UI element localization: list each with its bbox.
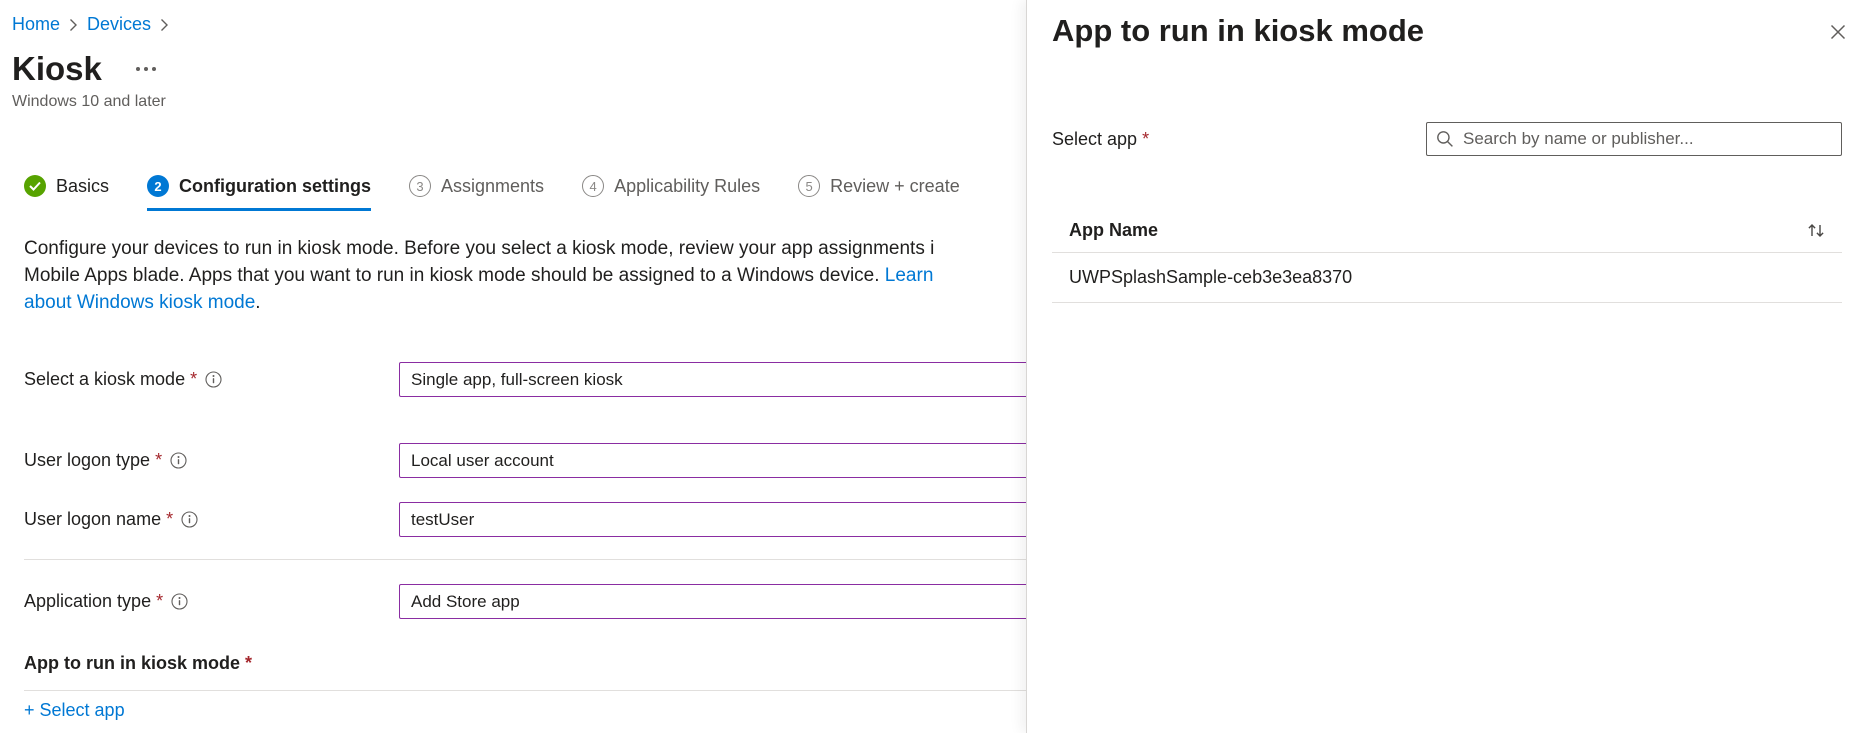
tab-configuration-settings[interactable]: 2 Configuration settings [147,175,371,211]
check-icon [24,175,46,197]
select-app-link[interactable]: + Select app [24,700,125,721]
app-name-column-header: App Name [1069,220,1158,241]
tab-review-create[interactable]: 5 Review + create [798,175,960,211]
app-picker-flyout: App to run in kiosk mode Select app * Ap… [1026,0,1866,733]
section-divider [24,559,1026,560]
breadcrumb-home-link[interactable]: Home [12,14,60,35]
required-asterisk: * [1142,129,1149,150]
learn-more-link[interactable]: about Windows kiosk mode [24,292,255,313]
app-search-box [1426,122,1842,156]
required-asterisk: * [245,653,252,674]
app-row[interactable]: UWPSplashSample-ceb3e3ea8370 [1052,253,1842,303]
tab-basics[interactable]: Basics [24,175,109,211]
field-label: Select app [1052,129,1137,150]
required-asterisk: * [156,591,163,612]
learn-more-link[interactable]: Learn [885,265,934,286]
field-label: User logon type [24,450,150,471]
info-icon[interactable] [170,452,187,469]
search-icon [1436,130,1454,148]
logon-name-input[interactable]: testUser [399,502,1099,537]
close-icon[interactable] [1824,18,1852,49]
app-search-input[interactable] [1461,128,1832,150]
field-label: User logon name [24,509,161,530]
ellipsis-dot [136,67,140,71]
chevron-right-icon [160,18,169,32]
description-segment: Configure your devices to run in kiosk m… [24,238,934,259]
field-label: Select a kiosk mode [24,369,185,390]
step-5-badge: 5 [798,175,820,197]
tab-label: Assignments [441,176,544,197]
application-type-select[interactable]: Add Store app [399,584,1099,619]
step-4-badge: 4 [582,175,604,197]
logon-name-label: User logon name * [24,509,399,530]
breadcrumb-devices-link[interactable]: Devices [87,14,151,35]
ellipsis-dot [152,67,156,71]
more-options-icon[interactable] [132,61,160,77]
sort-icon[interactable] [1804,219,1828,242]
app-name-cell: UWPSplashSample-ceb3e3ea8370 [1069,267,1352,288]
step-2-badge: 2 [147,175,169,197]
kiosk-mode-label: Select a kiosk mode * [24,369,399,390]
info-icon[interactable] [181,511,198,528]
info-icon[interactable] [171,593,188,610]
logon-type-select[interactable]: Local user account [399,443,1099,478]
tab-label: Review + create [830,176,960,197]
section-title-text: App to run in kiosk mode [24,653,240,674]
required-asterisk: * [166,509,173,530]
app-table: App Name UWPSplashSample-ceb3e3ea8370 [1052,208,1842,303]
flyout-title: App to run in kiosk mode [1052,12,1424,49]
step-3-badge: 3 [409,175,431,197]
kiosk-mode-select[interactable]: Single app, full-screen kiosk [399,362,1099,397]
tab-label: Basics [56,176,109,197]
select-app-row: Select app * [1052,122,1842,156]
description-segment: Mobile Apps blade. Apps that you want to… [24,265,885,286]
tab-label: Configuration settings [179,176,371,197]
page-title: Kiosk [12,50,102,88]
flyout-header: App to run in kiosk mode [1027,0,1866,49]
description-segment: . [255,292,260,313]
logon-type-label: User logon type * [24,450,399,471]
required-asterisk: * [155,450,162,471]
select-app-label: Select app * [1052,129,1153,150]
tab-assignments[interactable]: 3 Assignments [409,175,544,211]
application-type-label: Application type * [24,591,399,612]
chevron-right-icon [69,18,78,32]
tab-applicability-rules[interactable]: 4 Applicability Rules [582,175,760,211]
app-table-header: App Name [1052,208,1842,253]
tab-label: Applicability Rules [614,176,760,197]
info-icon[interactable] [205,371,222,388]
required-asterisk: * [190,369,197,390]
section-divider [24,690,1026,691]
field-label: Application type [24,591,151,612]
ellipsis-dot [144,67,148,71]
